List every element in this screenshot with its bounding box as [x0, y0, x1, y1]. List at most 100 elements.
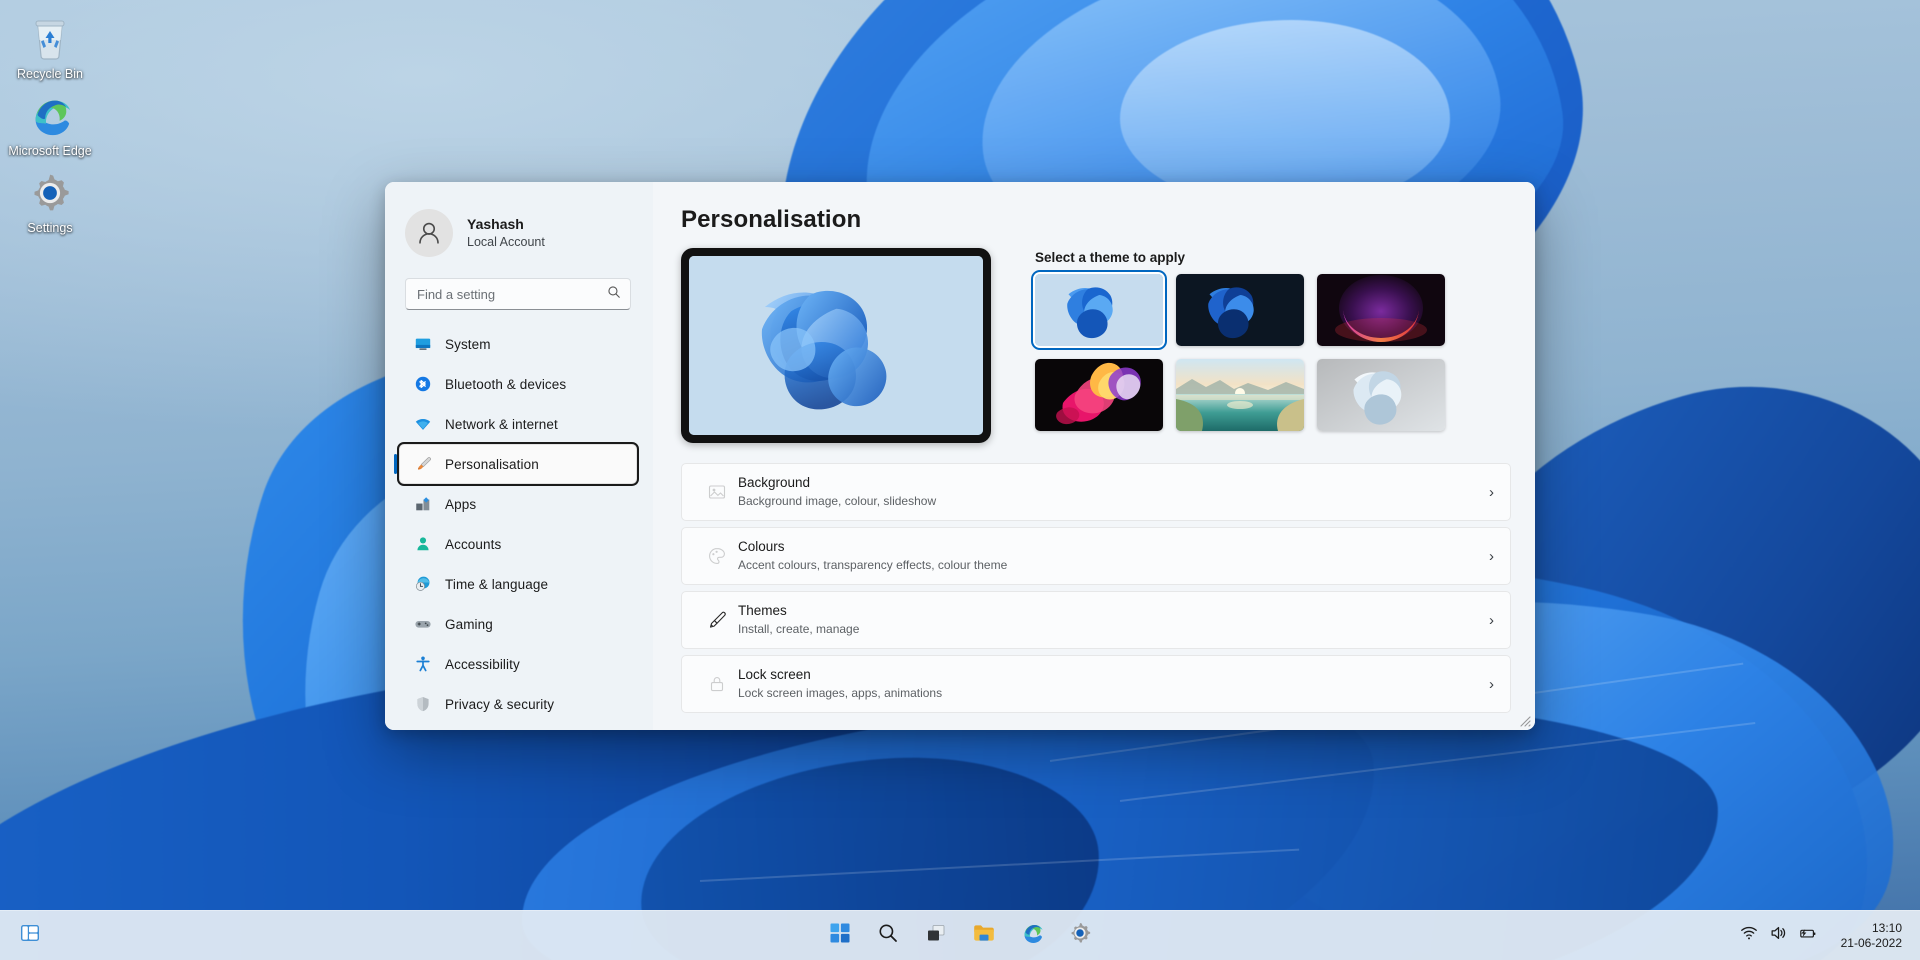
window-resize-grip[interactable]	[1518, 714, 1531, 727]
theme-thumbnail-windows-light-bloom[interactable]	[1035, 274, 1163, 346]
gear-icon	[1068, 921, 1092, 950]
person-icon	[413, 535, 432, 554]
settings-row-title: Colours	[738, 539, 785, 554]
sidebar-item-label: Accounts	[445, 536, 502, 552]
settings-row-subtitle: Install, create, manage	[738, 622, 860, 636]
taskbar-left-group	[10, 916, 50, 956]
start-button[interactable]	[820, 916, 860, 956]
settings-row-background[interactable]: Background Background image, colour, sli…	[681, 463, 1511, 521]
theme-picker: Select a theme to apply	[1035, 248, 1511, 443]
sidebar-item-system[interactable]: System	[399, 324, 637, 364]
chevron-right-icon: ›	[1489, 483, 1494, 501]
search-input[interactable]	[417, 286, 607, 302]
desktop-icon-label: Microsoft Edge	[8, 144, 92, 158]
sidebar-item-privacy-security[interactable]: Privacy & security	[399, 684, 637, 724]
wifi-icon	[413, 415, 432, 434]
sidebar-item-personalisation[interactable]: Personalisation	[394, 442, 639, 486]
settings-window: Yashash Local Account Find a setting Sys…	[385, 182, 1535, 730]
settings-row-subtitle: Lock screen images, apps, animations	[738, 686, 943, 700]
personalisation-settings-list: Background Background image, colour, sli…	[681, 463, 1511, 713]
lock-icon	[704, 674, 730, 694]
desktop-icon-label: Recycle Bin	[17, 67, 83, 81]
desktop-icon-recycle-bin[interactable]: Recycle Bin	[0, 8, 100, 85]
desktop-icon-label: Settings	[27, 221, 73, 235]
widgets-icon	[19, 922, 41, 949]
desktop-icon-settings[interactable]: Settings	[0, 162, 100, 239]
theme-thumbnail-glow-eclipse[interactable]	[1317, 274, 1445, 346]
taskbar-system-tray: 13:10 21-06-2022	[1733, 917, 1908, 955]
sidebar-item-apps[interactable]: Apps	[399, 484, 637, 524]
battery-icon[interactable]	[1798, 924, 1818, 947]
desktop-icon-list: Recycle Bin Microsoft Edge Settings	[0, 8, 100, 239]
task-view-button[interactable]	[916, 916, 956, 956]
recycle-bin-icon	[0, 14, 100, 64]
wifi-icon[interactable]	[1740, 924, 1758, 947]
edge-icon	[0, 91, 100, 141]
sidebar-nav: System Bluetooth & devices Network & int…	[385, 324, 653, 724]
theme-thumbnail-grid	[1035, 274, 1511, 431]
gamepad-icon	[413, 615, 432, 634]
avatar	[405, 209, 453, 257]
task-view-icon	[925, 922, 947, 949]
settings-row-title: Background	[738, 475, 811, 490]
search-icon	[877, 922, 899, 949]
file-explorer-button[interactable]	[964, 916, 1004, 956]
bluetooth-icon	[413, 375, 432, 394]
page-title: Personalisation	[681, 206, 862, 233]
settings-row-themes[interactable]: Themes Install, create, manage ›	[681, 591, 1511, 649]
settings-button[interactable]	[1060, 916, 1100, 956]
desktop-icon-microsoft-edge[interactable]: Microsoft Edge	[0, 85, 100, 162]
sidebar-item-label: Personalisation	[445, 456, 539, 472]
sidebar-item-gaming[interactable]: Gaming	[399, 604, 637, 644]
volume-icon[interactable]	[1769, 924, 1787, 947]
settings-row-title: Themes	[738, 603, 787, 618]
paintbrush-icon	[704, 609, 730, 631]
taskbar-clock[interactable]: 13:10 21-06-2022	[1835, 917, 1908, 955]
palette-icon	[704, 546, 730, 566]
monitor-icon	[413, 335, 432, 354]
search-box[interactable]	[405, 278, 631, 310]
theme-thumbnail-sunrise-lake[interactable]	[1176, 359, 1304, 431]
sidebar-item-network-internet[interactable]: Network & internet	[399, 404, 637, 444]
theme-thumbnail-windows-dark-bloom[interactable]	[1176, 274, 1304, 346]
tray-icon-group[interactable]	[1733, 919, 1825, 952]
sidebar-item-accounts[interactable]: Accounts	[399, 524, 637, 564]
theme-thumbnail-captured-motion-flower[interactable]	[1035, 359, 1163, 431]
personalisation-top-row: Select a theme to apply	[681, 248, 1511, 443]
sidebar-item-label: Gaming	[445, 616, 493, 632]
sidebar-item-label: Network & internet	[445, 416, 558, 432]
theme-preview	[681, 248, 991, 443]
taskbar-app-buttons	[820, 916, 1100, 956]
settings-row-title: Lock screen	[738, 667, 811, 682]
sidebar-item-time-language[interactable]: Time & language	[399, 564, 637, 604]
shield-icon	[413, 695, 432, 714]
account-tile[interactable]: Yashash Local Account	[385, 204, 653, 262]
sidebar-item-bluetooth-devices[interactable]: Bluetooth & devices	[399, 364, 637, 404]
settings-row-subtitle: Background image, colour, slideshow	[738, 494, 937, 508]
widgets-button[interactable]	[10, 916, 50, 956]
search-container	[385, 262, 653, 310]
settings-row-subtitle: Accent colours, transparency effects, co…	[738, 558, 1008, 572]
search-button[interactable]	[868, 916, 908, 956]
theme-preview-image	[689, 256, 983, 435]
paintbrush-icon	[413, 455, 432, 474]
picture-icon	[704, 482, 730, 502]
clock-globe-icon	[413, 575, 432, 594]
microsoft-edge-button[interactable]	[1012, 916, 1052, 956]
settings-row-lock-screen[interactable]: Lock screen Lock screen images, apps, an…	[681, 655, 1511, 713]
clock-date: 21-06-2022	[1840, 935, 1902, 950]
taskbar: 13:10 21-06-2022	[0, 910, 1920, 960]
settings-sidebar: Yashash Local Account Find a setting Sys…	[385, 182, 653, 730]
theme-thumbnail-flow-white-bloom[interactable]	[1317, 359, 1445, 431]
theme-picker-heading: Select a theme to apply	[1035, 250, 1186, 265]
sidebar-item-label: System	[445, 336, 491, 352]
accessibility-icon	[413, 655, 432, 674]
search-icon	[607, 285, 621, 304]
sidebar-item-label: Accessibility	[445, 656, 520, 672]
sidebar-item-accessibility[interactable]: Accessibility	[399, 644, 637, 684]
edge-icon	[1020, 921, 1044, 950]
folder-icon	[972, 921, 996, 950]
sidebar-item-label: Bluetooth & devices	[445, 376, 567, 392]
settings-row-colours[interactable]: Colours Accent colours, transparency eff…	[681, 527, 1511, 585]
chevron-right-icon: ›	[1489, 611, 1494, 629]
